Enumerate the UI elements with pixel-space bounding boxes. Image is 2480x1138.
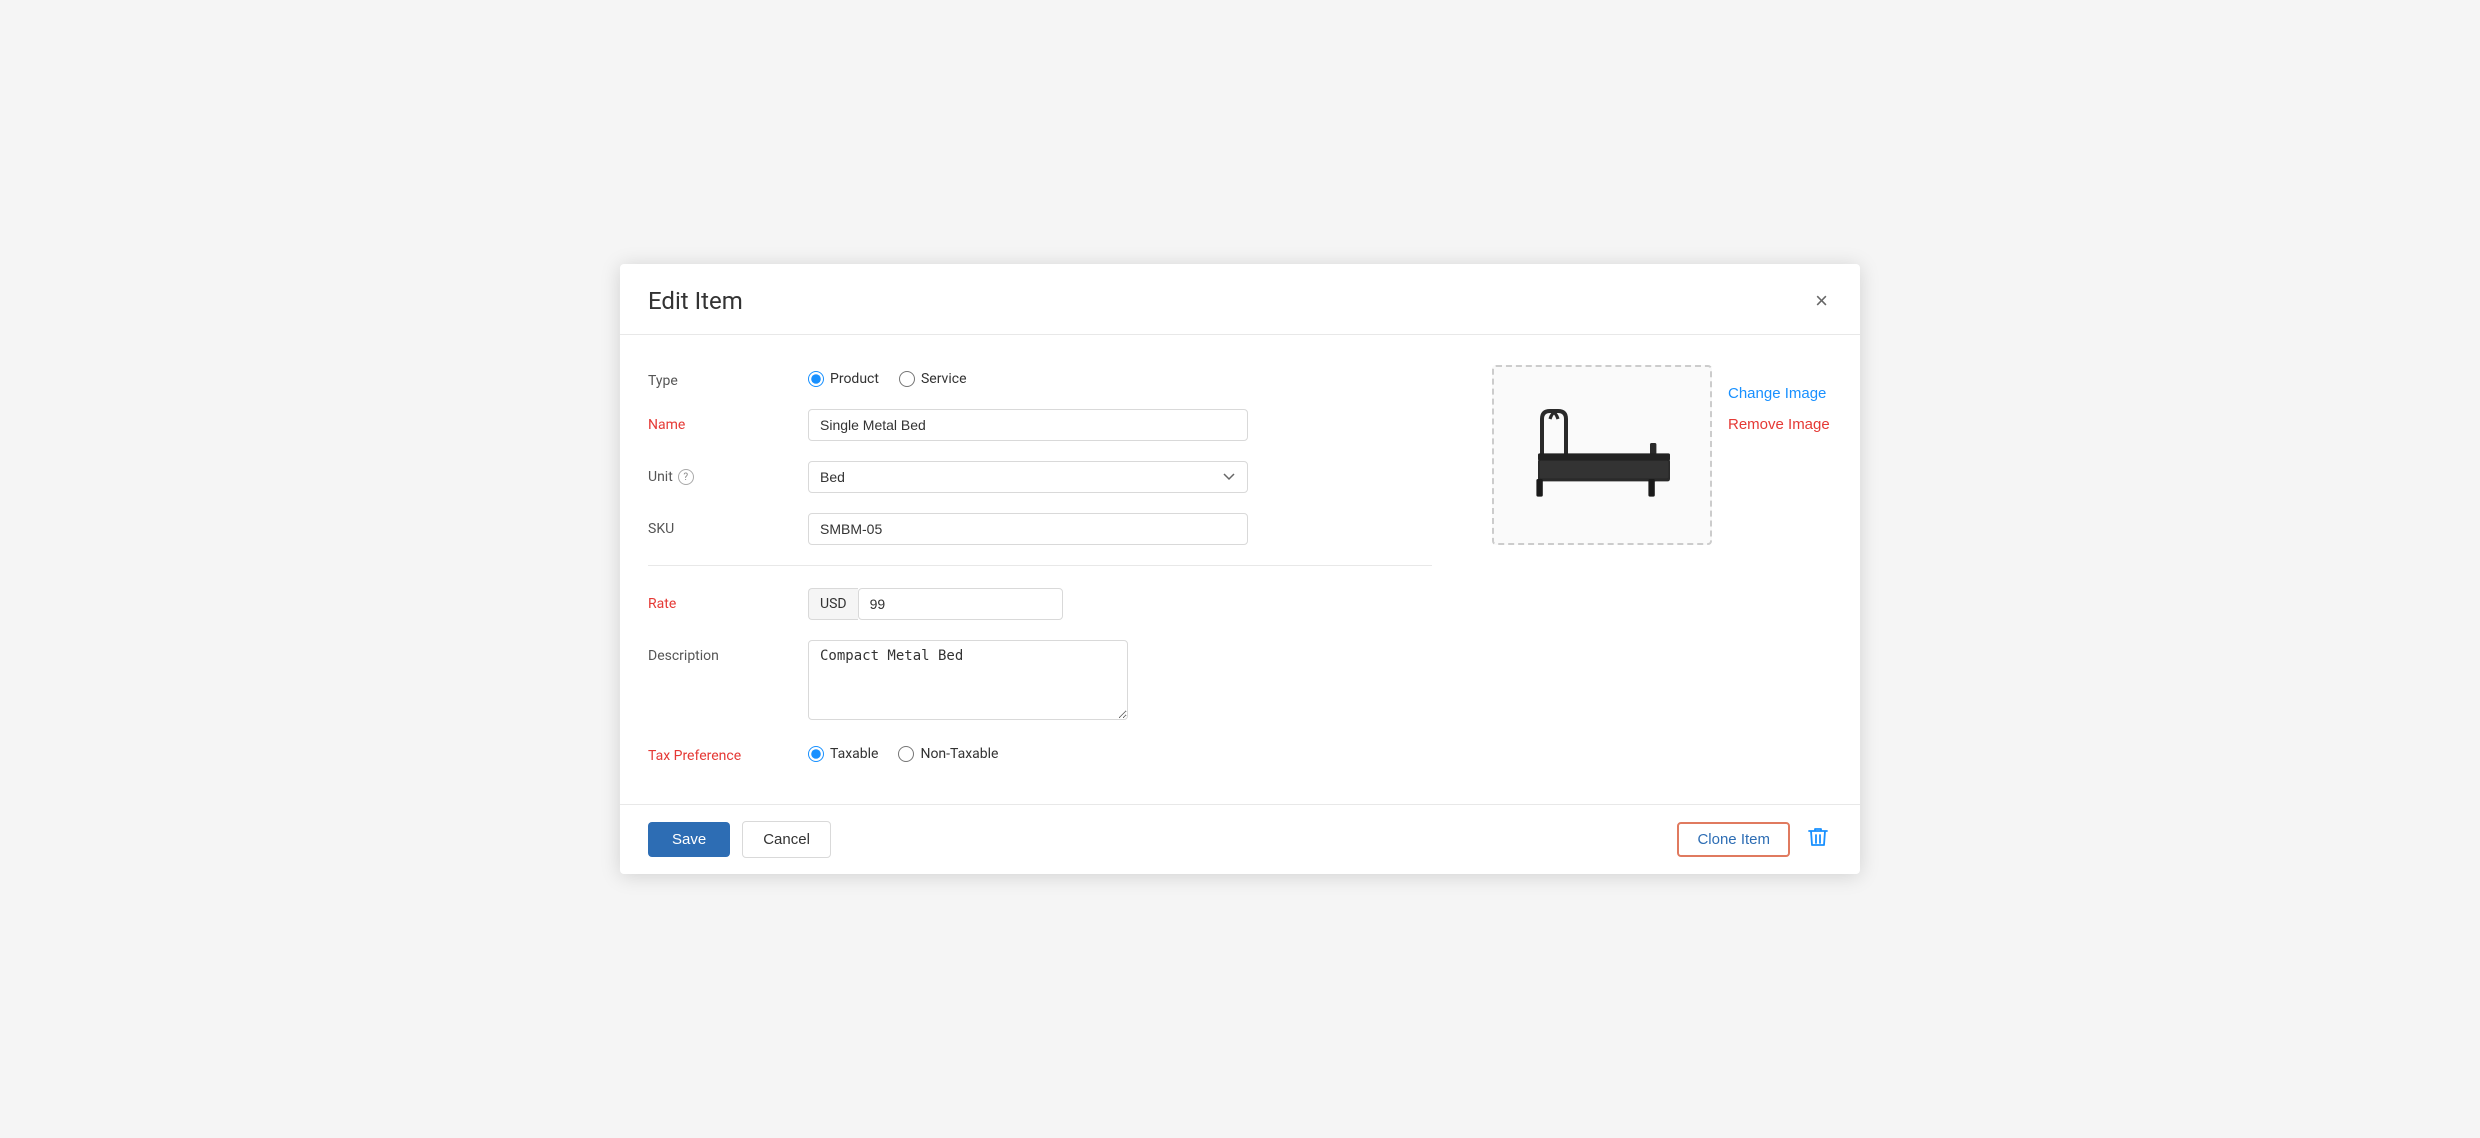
tax-nontaxable-radio[interactable]: [898, 746, 914, 762]
rate-label: Rate: [648, 588, 788, 612]
description-control: Compact Metal Bed: [808, 640, 1248, 720]
tax-control: Taxable Non-Taxable: [808, 740, 1248, 762]
tax-nontaxable-label: Non-Taxable: [920, 746, 998, 762]
modal-footer: Save Cancel Clone Item: [620, 805, 1860, 874]
description-label: Description: [648, 640, 788, 664]
clone-button[interactable]: Clone Item: [1677, 822, 1790, 857]
image-section: Change Image Remove Image: [1492, 365, 1832, 784]
type-service-option[interactable]: Service: [899, 371, 967, 387]
type-service-label: Service: [921, 371, 967, 387]
image-actions: Change Image Remove Image: [1728, 365, 1830, 433]
footer-right: Clone Item: [1677, 822, 1832, 858]
name-control: [808, 409, 1248, 441]
description-textarea[interactable]: Compact Metal Bed: [808, 640, 1128, 720]
type-label: Type: [648, 365, 788, 389]
image-box: [1492, 365, 1712, 545]
unit-help-icon[interactable]: ?: [678, 469, 694, 485]
tax-taxable-radio[interactable]: [808, 746, 824, 762]
form-section: Type Product Service Name: [648, 365, 1432, 784]
modal-header: Edit Item ×: [620, 264, 1860, 335]
tax-taxable-option[interactable]: Taxable: [808, 746, 878, 762]
cancel-button[interactable]: Cancel: [742, 821, 831, 858]
tax-label: Tax Preference: [648, 740, 788, 764]
type-product-radio[interactable]: [808, 371, 824, 387]
type-product-label: Product: [830, 371, 879, 387]
tax-row: Tax Preference Taxable Non-Taxable: [648, 740, 1432, 764]
close-button[interactable]: ×: [1811, 286, 1832, 316]
tax-taxable-label: Taxable: [830, 746, 878, 762]
save-button[interactable]: Save: [648, 822, 730, 857]
unit-select[interactable]: Bed: [808, 461, 1248, 493]
unit-row: Unit ? Bed: [648, 461, 1432, 493]
remove-image-button[interactable]: Remove Image: [1728, 416, 1830, 433]
type-service-radio[interactable]: [899, 371, 915, 387]
edit-item-modal: Edit Item × Type Product Service: [620, 264, 1860, 874]
sku-label: SKU: [648, 513, 788, 537]
name-label: Name: [648, 409, 788, 433]
footer-left: Save Cancel: [648, 821, 831, 858]
sku-control: [808, 513, 1248, 545]
tax-nontaxable-option[interactable]: Non-Taxable: [898, 746, 998, 762]
rate-input[interactable]: [858, 588, 1063, 620]
unit-label-container: Unit ?: [648, 461, 788, 485]
name-row: Name: [648, 409, 1432, 441]
rate-row: Rate USD: [648, 588, 1432, 620]
sku-input[interactable]: [808, 513, 1248, 545]
modal-body: Type Product Service Name: [620, 335, 1860, 804]
trash-icon: [1808, 826, 1828, 848]
description-row: Description Compact Metal Bed: [648, 640, 1432, 720]
type-row: Type Product Service: [648, 365, 1432, 389]
delete-button[interactable]: [1804, 822, 1832, 858]
bed-image: [1522, 395, 1682, 515]
sku-row: SKU: [648, 513, 1432, 545]
rate-control: USD: [808, 588, 1248, 620]
rate-input-group: USD: [808, 588, 1063, 620]
section-divider: [648, 565, 1432, 566]
type-product-option[interactable]: Product: [808, 371, 879, 387]
unit-control: Bed: [808, 461, 1248, 493]
change-image-button[interactable]: Change Image: [1728, 385, 1830, 402]
modal-title: Edit Item: [648, 287, 743, 315]
rate-currency: USD: [808, 588, 858, 620]
type-control: Product Service: [808, 365, 1248, 387]
unit-label: Unit: [648, 469, 673, 485]
name-input[interactable]: [808, 409, 1248, 441]
